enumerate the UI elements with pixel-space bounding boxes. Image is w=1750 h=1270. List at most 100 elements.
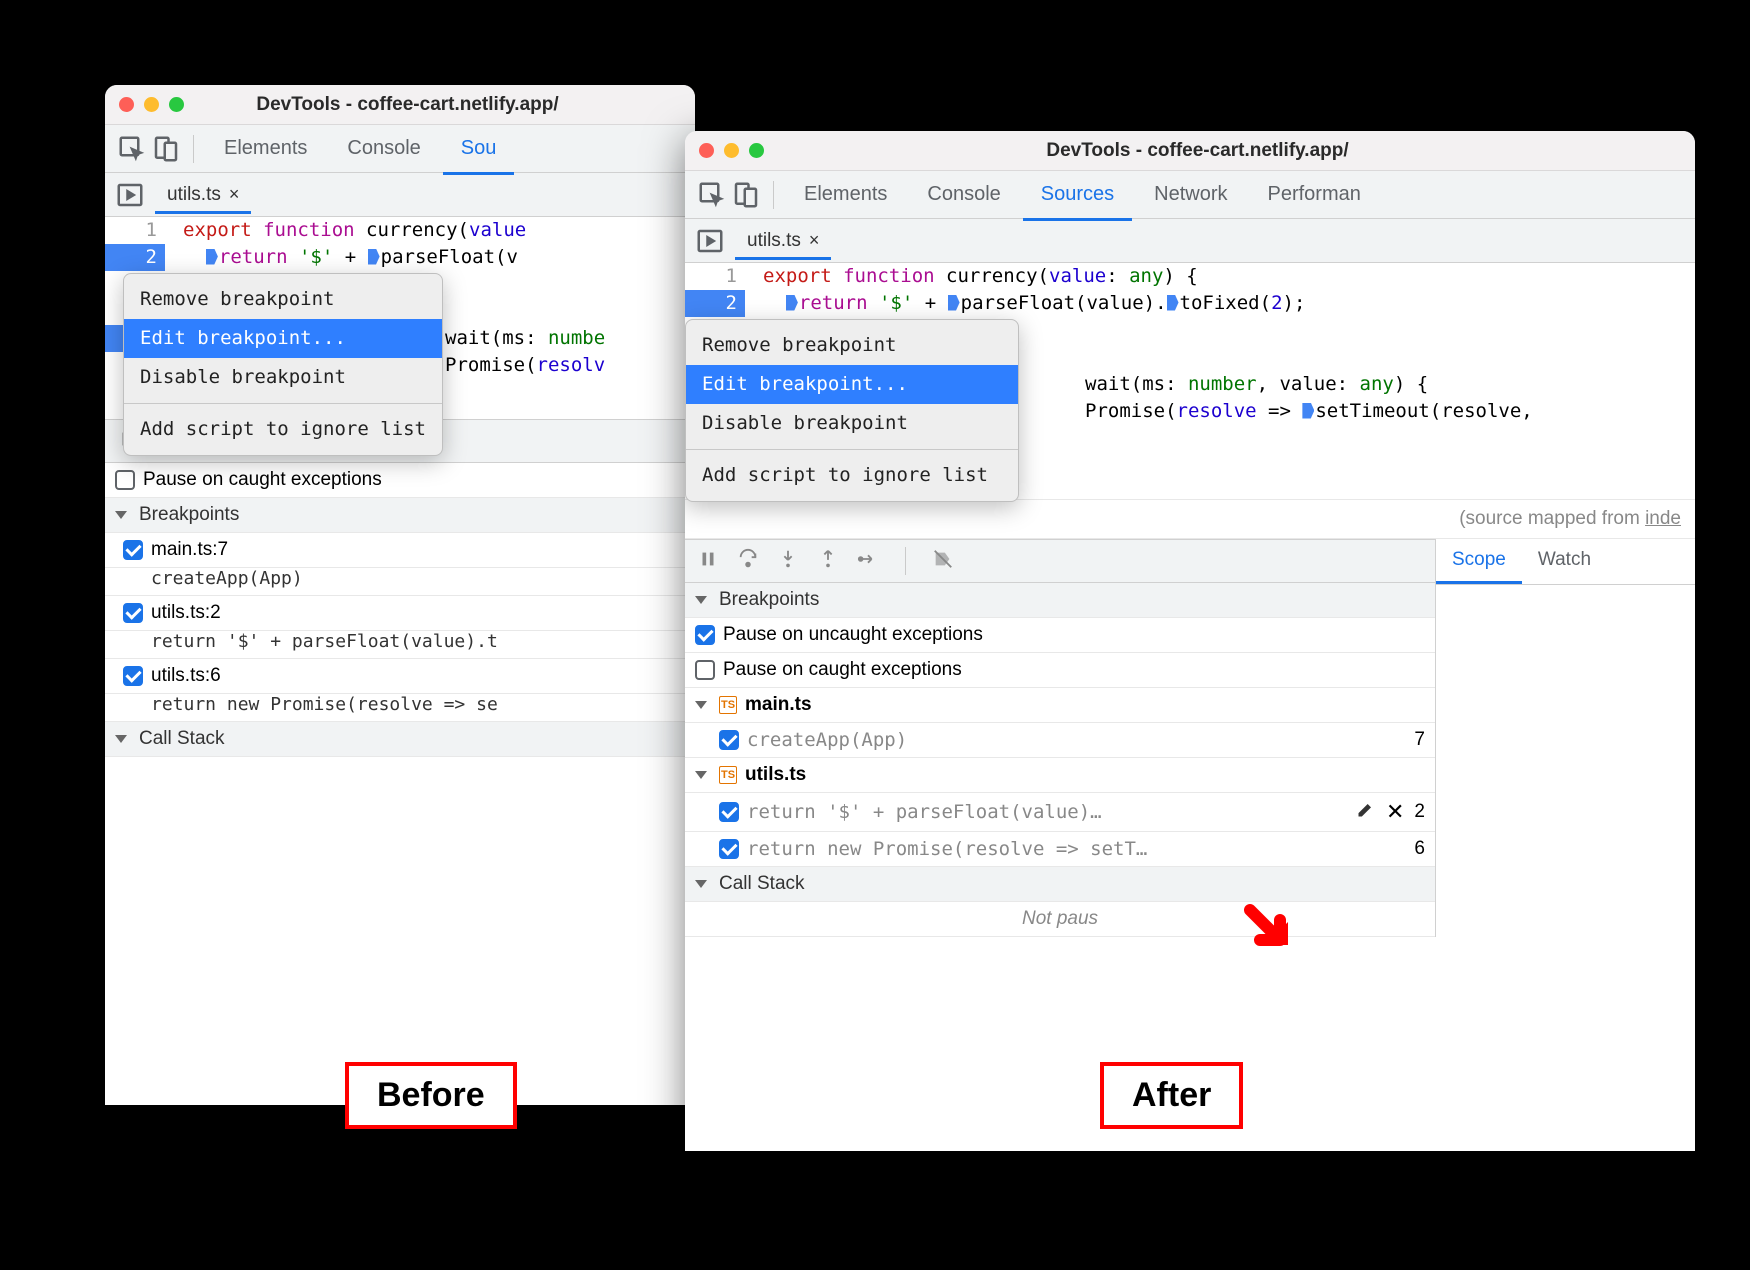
side-tabs: Scope Watch — [1436, 539, 1695, 585]
inspect-icon[interactable] — [117, 134, 147, 164]
checkbox[interactable] — [695, 660, 715, 680]
file-tab[interactable]: utils.ts × — [735, 222, 831, 260]
device-icon[interactable] — [731, 180, 761, 210]
checkbox-checked[interactable] — [123, 603, 143, 623]
inspect-icon[interactable] — [697, 180, 727, 210]
breakpoint-snippet: createApp(App) — [105, 568, 695, 596]
menu-disable-breakpoint[interactable]: Disable breakpoint — [124, 358, 442, 397]
breakpoint-item[interactable]: main.ts:7 — [105, 533, 695, 568]
breakpoints-header[interactable]: Breakpoints — [105, 498, 695, 533]
breakpoint-item[interactable]: utils.ts:2 — [105, 596, 695, 631]
breakpoint-item[interactable]: return new Promise(resolve => setT… 6 — [685, 832, 1435, 867]
code-text: export function currency(value: any) { — [745, 263, 1198, 290]
checkbox-checked[interactable] — [719, 802, 739, 822]
checkbox[interactable] — [115, 470, 135, 490]
tab-console[interactable]: Console — [909, 171, 1018, 218]
line-gutter-bp[interactable]: 2 — [105, 244, 165, 271]
code-text: export function currency(value — [165, 217, 526, 244]
ts-file-icon: TS — [719, 766, 737, 784]
step-icon[interactable] — [857, 548, 879, 575]
menu-remove-breakpoint[interactable]: Remove breakpoint — [686, 326, 1018, 365]
pause-caught-row[interactable]: Pause on caught exceptions — [685, 653, 1435, 688]
line-gutter-bp[interactable]: 2 — [685, 290, 745, 317]
sources-subtoolbar: utils.ts × — [685, 219, 1695, 263]
code-editor[interactable]: 1 export function currency(value 2 retur… — [105, 217, 695, 379]
checkbox-checked[interactable] — [123, 540, 143, 560]
checkbox-checked[interactable] — [719, 839, 739, 859]
tab-console[interactable]: Console — [329, 125, 438, 172]
checkbox-checked[interactable] — [719, 730, 739, 750]
disclosure-icon — [115, 511, 127, 519]
pause-caught-row[interactable]: Pause on caught exceptions — [105, 463, 695, 498]
menu-remove-breakpoint[interactable]: Remove breakpoint — [124, 280, 442, 319]
menu-ignore-script[interactable]: Add script to ignore list — [686, 456, 1018, 495]
close-tab-icon[interactable]: × — [229, 184, 240, 205]
disclosure-icon — [695, 701, 707, 709]
close-icon[interactable] — [119, 97, 134, 112]
line-gutter[interactable]: 1 — [685, 263, 745, 290]
breakpoints-header[interactable]: Breakpoints — [685, 583, 1435, 618]
pause-uncaught-row[interactable]: Pause on uncaught exceptions — [685, 618, 1435, 653]
tab-sources[interactable]: Sources — [1023, 171, 1132, 221]
tab-sources[interactable]: Sou — [443, 125, 515, 175]
breakpoint-item[interactable]: utils.ts:6 — [105, 659, 695, 694]
after-window: DevTools - coffee-cart.netlify.app/ Elem… — [685, 131, 1695, 1151]
annotation-arrow-icon — [1240, 900, 1300, 960]
close-icon[interactable] — [699, 143, 714, 158]
pause-icon[interactable] — [697, 548, 719, 575]
watch-tab[interactable]: Watch — [1522, 539, 1607, 584]
inline-breakpoint-icon[interactable] — [786, 295, 798, 311]
titlebar: DevTools - coffee-cart.netlify.app/ — [105, 85, 695, 125]
inline-breakpoint-icon[interactable] — [368, 249, 380, 265]
close-tab-icon[interactable]: × — [809, 230, 820, 251]
step-over-icon[interactable] — [737, 548, 759, 575]
breakpoint-snippet: return '$' + parseFloat(value).t — [105, 631, 695, 659]
breakpoint-item[interactable]: return '$' + parseFloat(value)… ✕ 2 — [685, 793, 1435, 832]
breakpoint-group[interactable]: TS utils.ts — [685, 758, 1435, 793]
navigator-icon[interactable] — [695, 226, 725, 256]
ts-file-icon: TS — [719, 696, 737, 714]
disclosure-icon — [115, 735, 127, 743]
remove-icon[interactable]: ✕ — [1386, 799, 1404, 825]
main-toolbar: Elements Console Sou — [105, 125, 695, 173]
breakpoint-group[interactable]: TS main.ts — [685, 688, 1435, 723]
inline-breakpoint-icon[interactable] — [1302, 403, 1314, 419]
tab-network[interactable]: Network — [1136, 171, 1245, 218]
tab-elements[interactable]: Elements — [206, 125, 325, 172]
edit-icon[interactable] — [1356, 799, 1376, 825]
checkbox-checked[interactable] — [695, 625, 715, 645]
navigator-icon[interactable] — [115, 180, 145, 210]
step-into-icon[interactable] — [777, 548, 799, 575]
menu-ignore-script[interactable]: Add script to ignore list — [124, 410, 442, 449]
checkbox-checked[interactable] — [123, 666, 143, 686]
code-editor[interactable]: 1 export function currency(value: any) {… — [685, 263, 1695, 425]
tab-elements[interactable]: Elements — [786, 171, 905, 218]
window-title: DevTools - coffee-cart.netlify.app/ — [714, 140, 1681, 162]
menu-disable-breakpoint[interactable]: Disable breakpoint — [686, 404, 1018, 443]
device-icon[interactable] — [151, 134, 181, 164]
call-stack-header[interactable]: Call Stack — [105, 722, 695, 757]
inline-breakpoint-icon[interactable] — [1167, 295, 1179, 311]
inline-breakpoint-icon[interactable] — [206, 249, 218, 265]
breakpoint-item[interactable]: createApp(App) 7 — [685, 723, 1435, 758]
deactivate-breakpoints-icon[interactable] — [932, 548, 954, 575]
file-tab-label: utils.ts — [167, 184, 221, 206]
line-number: 7 — [1414, 729, 1425, 751]
before-window: DevTools - coffee-cart.netlify.app/ Elem… — [105, 85, 695, 1105]
line-gutter[interactable]: 1 — [105, 217, 165, 244]
menu-edit-breakpoint[interactable]: Edit breakpoint... — [686, 365, 1018, 404]
context-menu: Remove breakpoint Edit breakpoint... Dis… — [123, 273, 443, 456]
tab-performance[interactable]: Performan — [1250, 171, 1379, 218]
file-tab-label: utils.ts — [747, 230, 801, 252]
scope-tab[interactable]: Scope — [1436, 539, 1522, 584]
menu-edit-breakpoint[interactable]: Edit breakpoint... — [124, 319, 442, 358]
step-out-icon[interactable] — [817, 548, 839, 575]
disclosure-icon — [695, 596, 707, 604]
call-stack-header[interactable]: Call Stack — [685, 867, 1435, 902]
file-tab[interactable]: utils.ts × — [155, 176, 251, 214]
pause-caught-label: Pause on caught exceptions — [143, 469, 382, 491]
sources-subtoolbar: utils.ts × — [105, 173, 695, 217]
source-mapped-notice: (source mapped from inde — [685, 499, 1695, 539]
inline-breakpoint-icon[interactable] — [948, 295, 960, 311]
separator — [773, 181, 774, 209]
